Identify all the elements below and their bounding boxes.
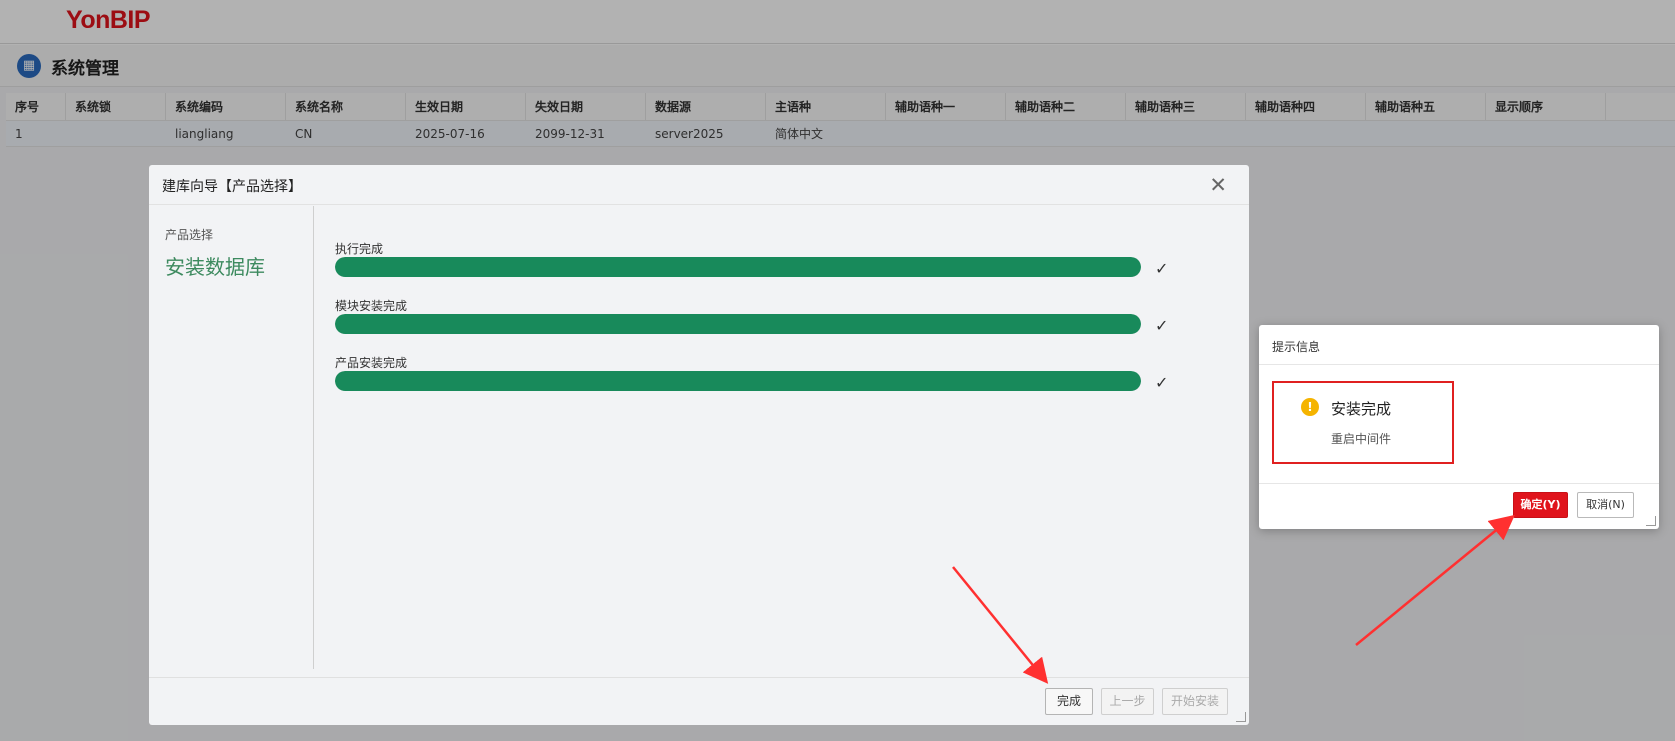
warning-icon: !: [1301, 398, 1319, 416]
progress-bar: [335, 371, 1141, 391]
check-icon: ✓: [1155, 259, 1169, 278]
progress-fill: [335, 257, 1141, 277]
check-icon: ✓: [1155, 316, 1169, 335]
finish-button[interactable]: 完成: [1045, 688, 1093, 715]
progress-item: 执行完成 ✓: [335, 240, 1168, 278]
progress-label: 产品安装完成: [335, 356, 408, 370]
message-box-footer: 确定(Y) 取消(N): [1259, 483, 1659, 529]
dialog-header: 建库向导【产品选择】 ✕: [149, 165, 1249, 205]
message-box-header: 提示信息: [1259, 325, 1659, 365]
step-product-selection: 产品选择: [165, 228, 214, 242]
progress-label: 模块安装完成: [335, 299, 408, 313]
start-install-button[interactable]: 开始安装: [1162, 688, 1228, 715]
highlight-box: [1272, 381, 1454, 464]
progress-fill: [335, 371, 1141, 391]
dialog-footer: 完成 上一步 开始安装: [149, 677, 1249, 725]
wizard-steps-pane: 产品选择 安装数据库: [149, 206, 314, 669]
close-icon[interactable]: ✕: [1209, 173, 1227, 197]
db-wizard-dialog: 建库向导【产品选择】 ✕ 产品选择 安装数据库 执行完成 ✓ 模块安装完成 ✓ …: [149, 165, 1249, 725]
progress-fill: [335, 314, 1141, 334]
step-install-database: 安装数据库: [165, 255, 265, 279]
progress-item: 模块安装完成 ✓: [335, 297, 1168, 335]
ok-button[interactable]: 确定(Y): [1513, 492, 1568, 518]
progress-bar: [335, 257, 1141, 277]
check-icon: ✓: [1155, 373, 1169, 392]
resize-handle[interactable]: [1646, 516, 1656, 526]
dialog-title: 建库向导【产品选择】: [162, 179, 302, 195]
resize-handle[interactable]: [1236, 712, 1246, 722]
prev-step-button[interactable]: 上一步: [1101, 688, 1154, 715]
message-sub-text: 重启中间件: [1331, 432, 1392, 446]
cancel-button[interactable]: 取消(N): [1577, 492, 1634, 518]
message-main-text: 安装完成: [1331, 400, 1392, 418]
progress-item: 产品安装完成 ✓: [335, 354, 1168, 392]
message-box-title: 提示信息: [1272, 340, 1321, 354]
progress-bar: [335, 314, 1141, 334]
message-box: 提示信息 ! 安装完成 重启中间件 确定(Y) 取消(N): [1259, 325, 1659, 529]
progress-label: 执行完成: [335, 242, 384, 256]
